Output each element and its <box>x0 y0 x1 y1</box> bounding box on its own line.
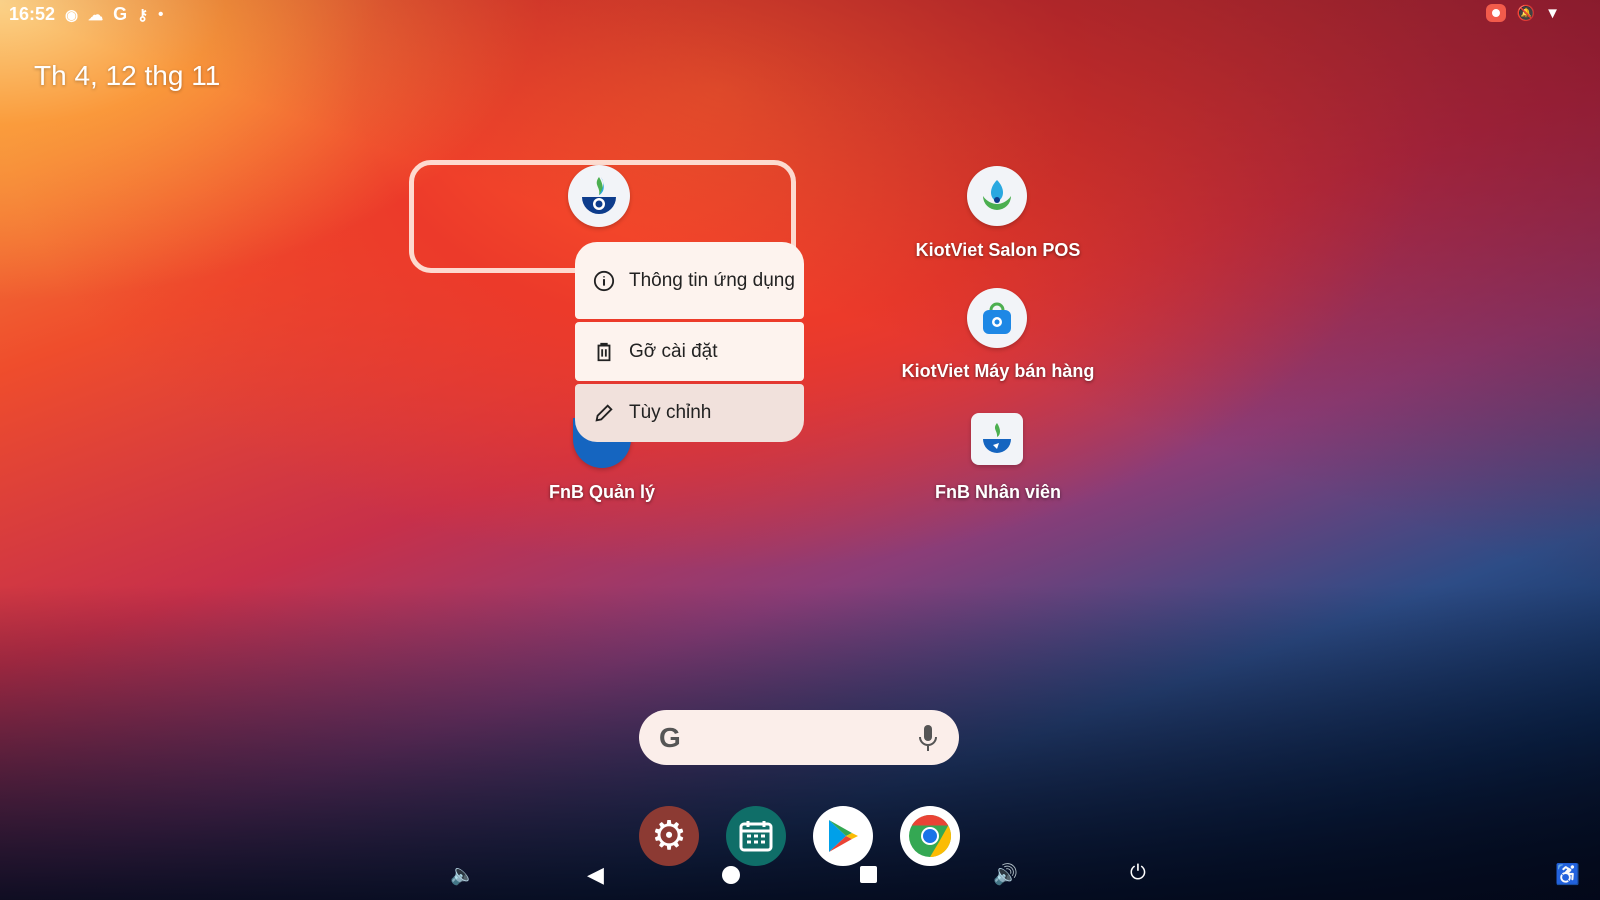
dot-icon: • <box>158 6 164 23</box>
kiotviet-may-ban-hang-icon[interactable] <box>967 288 1027 348</box>
recents-button[interactable] <box>860 866 877 883</box>
menu-item-uninstall[interactable]: Gỡ cài đặt <box>575 322 804 381</box>
accessibility-button[interactable]: ♿ <box>1555 862 1580 887</box>
pencil-icon <box>595 404 613 422</box>
volume-up-button[interactable]: 🔊 <box>993 862 1018 887</box>
screen-record-icon: ◉ <box>65 6 79 24</box>
menu-label: Thông tin ứng dụng <box>629 269 795 291</box>
power-button[interactable]: ⏻ <box>1130 862 1146 885</box>
kiotviet-salon-icon[interactable] <box>967 166 1027 226</box>
menu-label: Tùy chỉnh <box>629 402 712 423</box>
info-icon <box>593 270 615 291</box>
microphone-icon[interactable] <box>917 723 939 753</box>
fnb-nhan-vien-icon[interactable] <box>971 413 1023 465</box>
wallpaper <box>0 0 1600 900</box>
clock: 16:52 <box>9 4 56 24</box>
menu-label: Gỡ cài đặt <box>629 340 718 362</box>
google-search-bar[interactable]: G <box>639 710 959 765</box>
kiotviet-fnb-icon <box>582 177 616 214</box>
menu-item-app-info[interactable]: Thông tin ứng dụng <box>575 242 804 319</box>
menu-item-customize[interactable]: Tùy chỉnh <box>575 384 804 442</box>
home-button[interactable] <box>722 866 740 884</box>
gear-icon: ⚙ <box>651 814 687 858</box>
dock-calendar[interactable] <box>726 806 786 866</box>
selected-app-icon[interactable] <box>568 165 630 227</box>
wifi-icon: ▼ <box>1545 4 1560 22</box>
app-fnb-quan-ly[interactable]: FnB Quản lý <box>482 482 722 503</box>
app-fnb-nhan-vien[interactable]: FnB Nhân viên <box>878 482 1118 503</box>
google-icon: G <box>113 4 128 24</box>
dock-chrome[interactable] <box>900 806 960 866</box>
bell-off-icon: 🔕 <box>1516 5 1536 22</box>
trash-icon <box>597 342 611 361</box>
dock-settings[interactable]: ⚙ <box>639 806 699 866</box>
play-store-icon <box>829 820 858 852</box>
back-button[interactable]: ◀ <box>587 862 604 888</box>
volume-down-button[interactable]: 🔈 <box>450 862 475 887</box>
status-right: 🔕 ▼ <box>1486 4 1560 22</box>
google-logo: G <box>659 721 681 753</box>
recording-icon <box>1486 4 1507 22</box>
app-kiotviet-salon-pos[interactable]: KiotViet Salon POS <box>878 240 1118 261</box>
dock-play-store[interactable] <box>813 806 873 866</box>
calendar-icon <box>739 821 773 852</box>
key-icon: ⚷ <box>137 6 149 24</box>
date-widget[interactable]: Th 4, 12 thg 11 <box>34 60 220 92</box>
status-bar: 16:52 ◉ ☁ G ⚷ • <box>9 4 163 25</box>
chrome-icon <box>909 815 952 857</box>
cloud-icon: ☁ <box>88 6 104 24</box>
app-kiotviet-may-ban-hang[interactable]: KiotViet Máy bán hàng <box>878 361 1118 382</box>
